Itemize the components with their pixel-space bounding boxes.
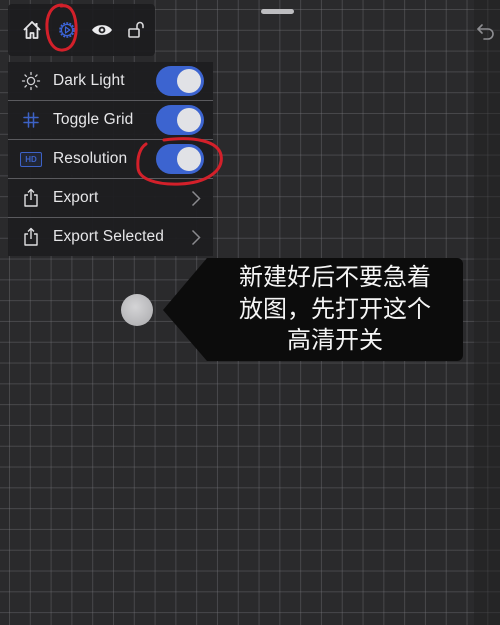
sheet-drag-handle[interactable] [261,9,294,14]
menu-item-export-selected[interactable]: Export Selected [8,218,213,256]
hd-badge-text: HD [20,151,42,167]
top-toolbar [8,4,155,56]
menu-item-label: Dark Light [53,72,125,89]
settings-button[interactable] [49,10,84,50]
menu-item-resolution[interactable]: HD Resolution [8,140,213,179]
undo-icon [477,24,494,40]
grid-hash-icon [16,111,46,129]
sun-icon [16,71,46,91]
toggle-knob [177,108,201,132]
menu-item-label: Resolution [53,150,128,167]
resolution-toggle[interactable] [156,144,204,174]
menu-item-export[interactable]: Export [8,179,213,218]
menu-item-dark-light[interactable]: Dark Light [8,62,213,101]
gray-circle-node[interactable] [121,294,153,326]
chevron-right-icon [191,229,201,246]
annotation-callout: 新建好后不要急着 放图，先打开这个 高清开关 [163,258,463,361]
toggle-knob [177,147,201,171]
share-icon [16,227,46,247]
callout-line: 放图，先打开这个 [239,294,431,323]
dark-light-toggle[interactable] [156,66,204,96]
chevron-right-icon [191,190,201,207]
menu-item-toggle-grid[interactable]: Toggle Grid [8,101,213,140]
lock-button[interactable] [120,10,155,50]
toggle-grid-toggle[interactable] [156,105,204,135]
home-icon [22,21,41,39]
settings-menu: Dark Light Toggle Grid HD Resolution Exp… [8,62,213,256]
home-button[interactable] [14,10,49,50]
callout-line: 高清开关 [287,326,383,354]
callout-line: 新建好后不要急着 [239,263,431,291]
preview-button[interactable] [85,10,120,50]
undo-button[interactable] [474,20,498,44]
share-icon [16,188,46,208]
settings-gear-icon [59,22,75,38]
menu-item-label: Export Selected [53,228,164,245]
eye-icon [92,25,113,35]
unlock-icon [128,21,145,38]
menu-item-label: Toggle Grid [53,111,134,128]
toggle-knob [177,69,201,93]
menu-item-label: Export [53,189,99,206]
hd-icon: HD [16,151,46,167]
right-side-strip [474,0,500,625]
callout-text: 新建好后不要急着 放图，先打开这个 高清开关 [207,262,463,357]
